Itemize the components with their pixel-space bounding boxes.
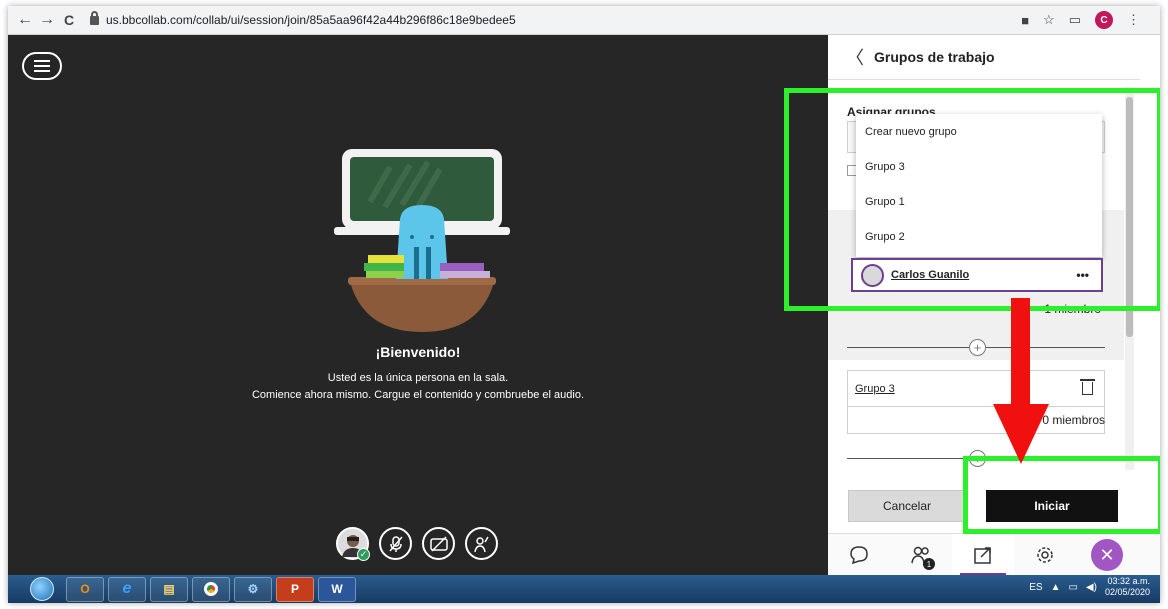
hamburger-menu-icon[interactable] — [22, 52, 62, 80]
status-check-icon: ✓ — [357, 548, 370, 561]
red-arrow-shaft — [1011, 298, 1030, 404]
camera-permission-icon[interactable]: ■ — [1021, 13, 1029, 28]
cast-icon[interactable]: ▭ — [1069, 12, 1081, 28]
classroom-illustration — [334, 149, 510, 332]
bookmark-star-icon[interactable]: ☆ — [1043, 12, 1055, 28]
back-chevron-icon[interactable]: 〈 — [846, 44, 864, 70]
trash-icon[interactable] — [1080, 379, 1095, 395]
outlook-icon[interactable]: O — [66, 576, 104, 602]
raise-hand-icon[interactable] — [465, 527, 498, 560]
panel-header: 〈 Grupos de trabajo — [828, 35, 1140, 80]
red-arrow-head — [993, 404, 1049, 464]
powerpoint-icon[interactable]: P — [276, 576, 314, 602]
reload-icon[interactable]: C — [58, 12, 80, 28]
browser-actions: ■ ☆ ▭ C ⋮ — [1021, 11, 1140, 29]
start-button-icon[interactable] — [30, 577, 54, 601]
tab-chat[interactable] — [828, 534, 890, 576]
settings-icon — [1037, 547, 1053, 563]
browser-toolbar: ← → C us.bbcollab.com/collab/ui/session/… — [8, 6, 1160, 35]
microphone-muted-icon[interactable] — [379, 527, 412, 560]
cancel-button[interactable]: Cancelar — [848, 490, 966, 522]
app-icon[interactable]: ⚙ — [234, 576, 272, 602]
system-tray: ES ▲ ▭ ◀) 03:32 a.m. 02/05/2020 — [1029, 576, 1150, 598]
tab-settings[interactable] — [1014, 534, 1076, 576]
group-name[interactable]: Grupo 3 — [855, 383, 1082, 395]
windows-taskbar: O e ▤ ⚙ P W ES ▲ ▭ ◀) 03:32 a.m. 02/05/2… — [8, 575, 1160, 603]
lock-icon — [90, 10, 99, 25]
back-arrow-icon[interactable]: ← — [14, 11, 36, 29]
word-icon[interactable]: W — [318, 576, 356, 602]
tab-attendees[interactable]: ═ 1 — [890, 527, 984, 576]
highlight-box-start — [963, 456, 1160, 534]
panel-title: Grupos de trabajo — [874, 49, 995, 65]
chat-icon — [850, 546, 868, 565]
tray-arrow-icon[interactable]: ▲ — [1051, 582, 1061, 593]
highlight-box-groups — [784, 88, 1160, 311]
tab-share-content[interactable] — [952, 534, 1014, 576]
clock[interactable]: 03:32 a.m. 02/05/2020 — [1105, 576, 1150, 598]
network-icon[interactable]: ▭ — [1068, 582, 1077, 593]
session-stage: ¡Bienvenido! Usted es la única persona e… — [8, 35, 828, 575]
panel-tab-bar: ═ 1 ✕ — [828, 527, 1160, 576]
group-card-header: Grupo 3 — [848, 371, 1104, 407]
welcome-message-line1: Usted es la única persona en la sala. — [327, 372, 509, 384]
screen-frame: ← → C us.bbcollab.com/collab/ui/session/… — [8, 6, 1160, 603]
media-controls: ✓ — [336, 527, 498, 561]
clock-date: 02/05/2020 — [1104, 587, 1150, 597]
profile-avatar[interactable]: C — [1095, 11, 1113, 29]
close-panel-button[interactable]: ✕ — [1076, 534, 1138, 576]
share-content-icon — [974, 547, 991, 564]
close-icon: ✕ — [1091, 539, 1123, 571]
my-avatar-button[interactable]: ✓ — [336, 527, 370, 561]
clock-time: 03:32 a.m. — [1107, 576, 1150, 586]
welcome-title: ¡Bienvenido! — [375, 344, 461, 360]
file-explorer-icon[interactable]: ▤ — [150, 576, 188, 602]
welcome-message-line2: Comience ahora mismo. Cargue el contenid… — [251, 389, 584, 401]
internet-explorer-icon[interactable]: e — [108, 576, 146, 602]
add-group-plus-icon[interactable]: + — [969, 339, 986, 356]
camera-off-icon[interactable] — [422, 527, 455, 560]
kebab-menu-icon[interactable]: ⋮ — [1127, 12, 1140, 28]
volume-icon[interactable]: ◀) — [1086, 582, 1097, 593]
attendee-count-badge: 1 — [923, 558, 935, 570]
group-member-count: 0 miembros — [1042, 413, 1105, 427]
forward-arrow-icon[interactable]: → — [36, 11, 58, 29]
address-bar[interactable]: us.bbcollab.com/collab/ui/session/join/8… — [106, 13, 516, 27]
language-indicator[interactable]: ES — [1029, 582, 1042, 593]
chrome-icon[interactable] — [192, 576, 230, 602]
